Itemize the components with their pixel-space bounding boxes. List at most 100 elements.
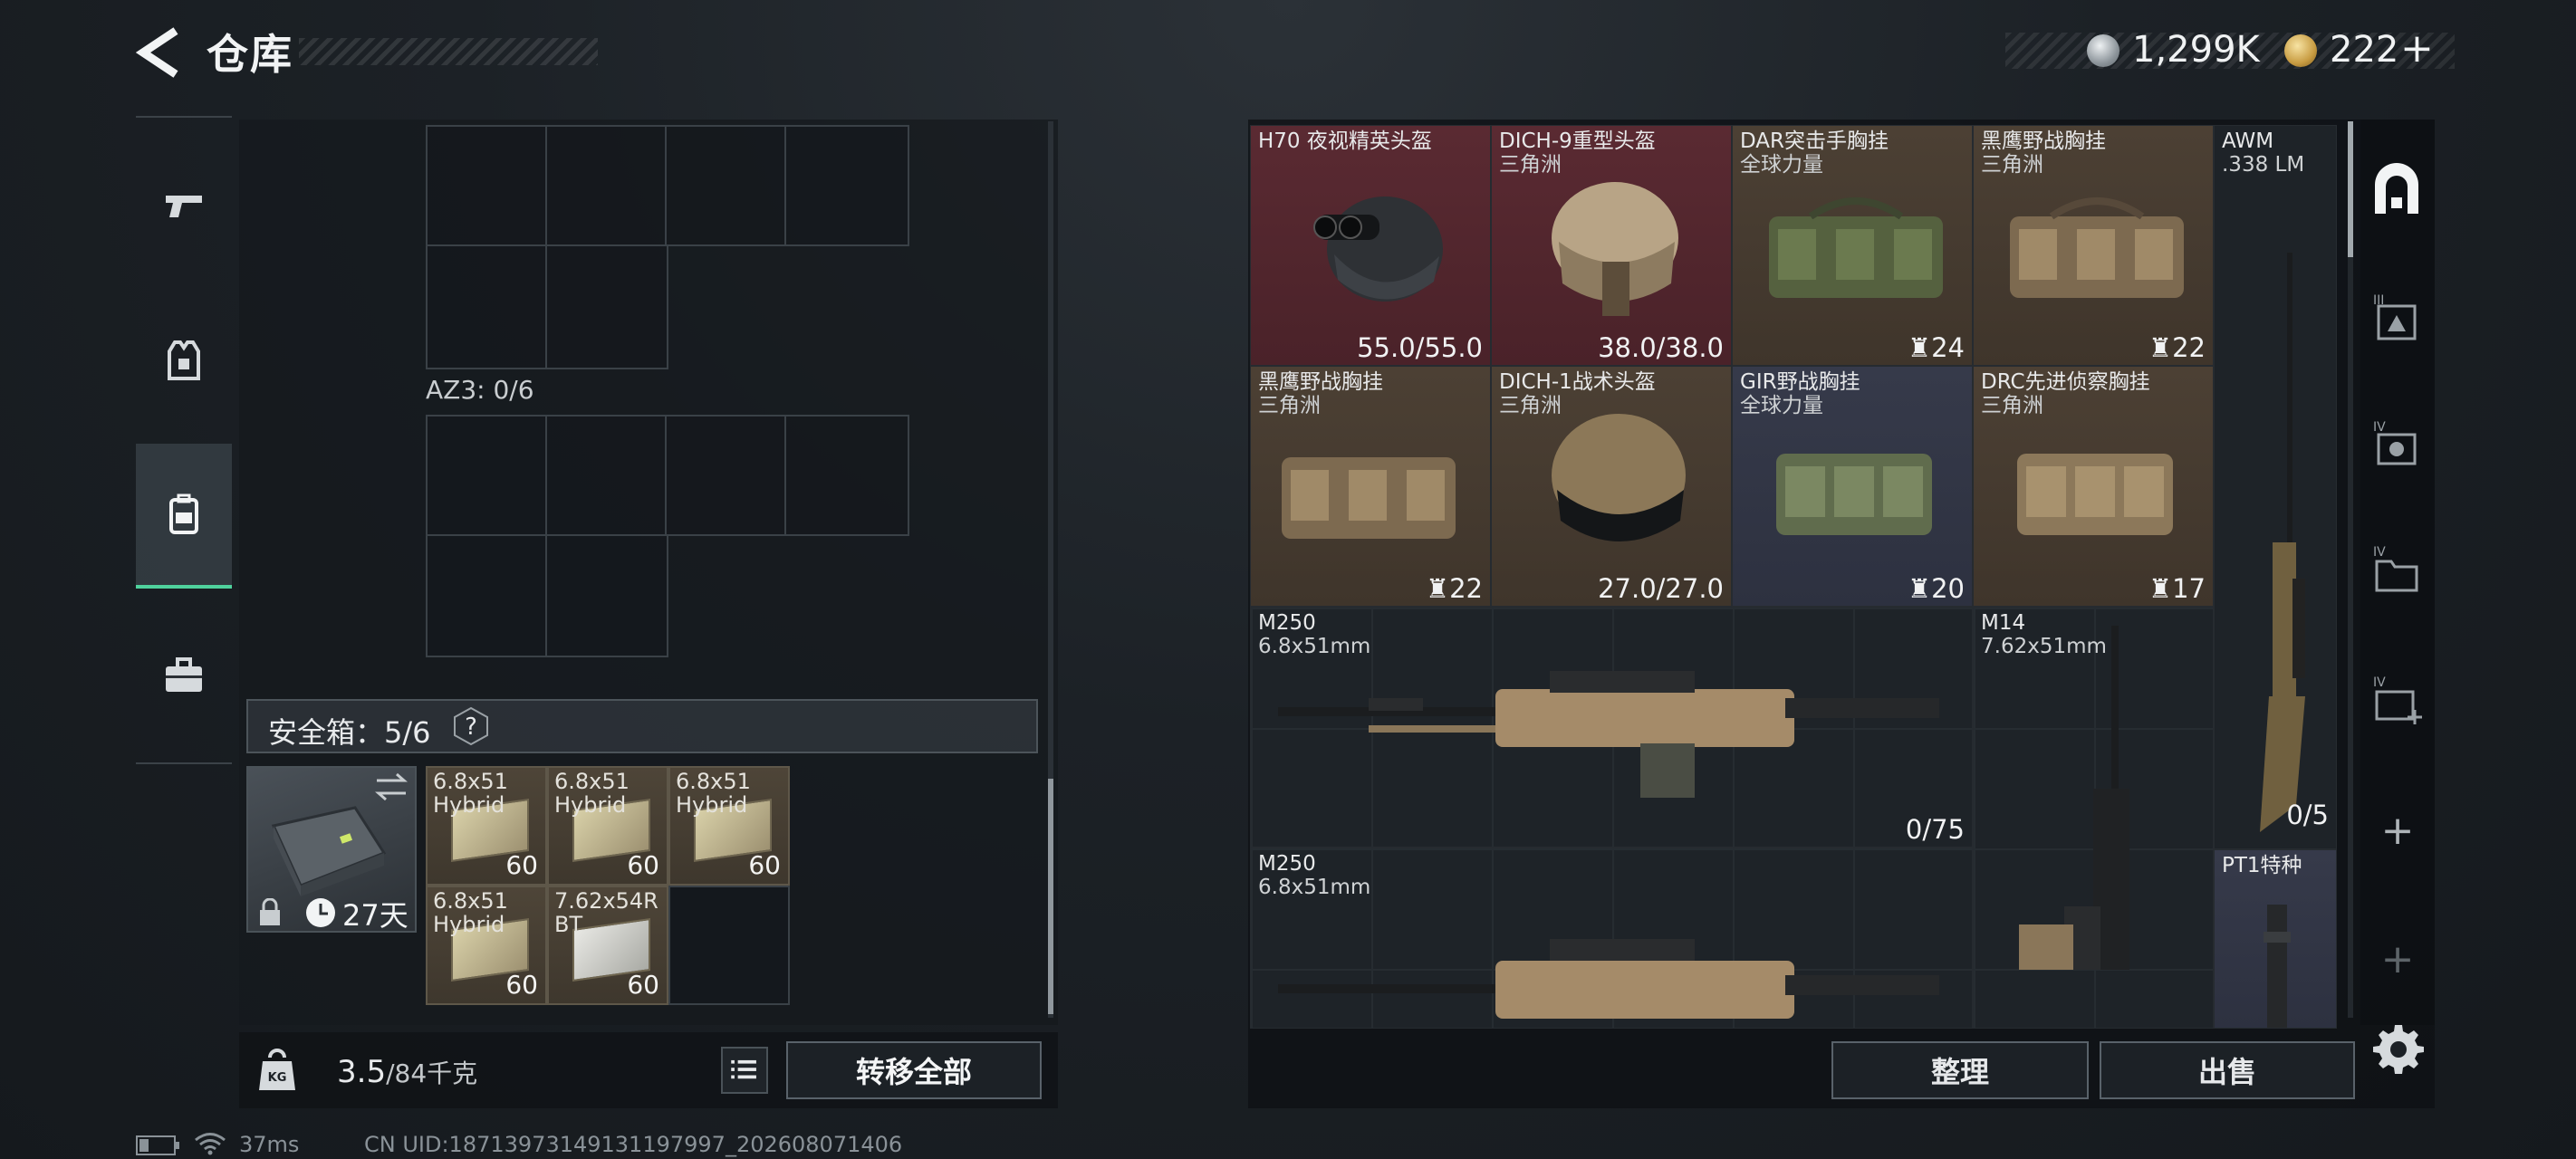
stash-item[interactable]: M250 6.8x51mm 0/75	[1250, 607, 1973, 848]
silver-coin-icon	[2087, 34, 2119, 67]
safe-box-expiry: 27天	[342, 898, 409, 933]
item-name: PT1特种	[2222, 854, 2302, 877]
wifi-icon	[195, 1133, 226, 1155]
stash-item[interactable]: 黑鹰野战胸挂 三角洲 ♜22	[1250, 366, 1491, 607]
item-name: M250	[1258, 852, 1316, 876]
stash-item[interactable]: AWM .338 LM 0/5	[2214, 125, 2337, 849]
ammo-item[interactable]: 6.8x51 Hybrid 60	[426, 886, 547, 1005]
ammo-item[interactable]: 6.8x51 Hybrid 60	[547, 766, 668, 886]
item-faction: 三角洲	[1499, 394, 1562, 417]
pistol-icon	[166, 196, 202, 217]
stash-item[interactable]: GIR野战胸挂 全球力量 ♜20	[1732, 366, 1973, 607]
nav-weapons[interactable]	[136, 132, 232, 277]
nav-case[interactable]	[136, 603, 232, 748]
ammo-item[interactable]: 6.8x51 Hybrid 60	[426, 766, 547, 886]
item-name: DICH-1战术头盔	[1499, 370, 1656, 394]
list-view-button[interactable]	[721, 1047, 768, 1094]
item-name: M250	[1258, 611, 1316, 635]
sell-button[interactable]: 出售	[2100, 1041, 2355, 1099]
az3-slot[interactable]	[545, 415, 667, 536]
sniper-rifle-icon	[2260, 253, 2305, 832]
help-icon[interactable]: ?	[451, 706, 491, 746]
nav-armor[interactable]	[136, 288, 232, 433]
item-name: 黑鹰野战胸挂	[1258, 370, 1383, 394]
pt1-item-icon	[2264, 905, 2291, 1028]
container-scrollbar-thumb[interactable]	[1048, 779, 1053, 1014]
stash-item[interactable]: DICH-1战术头盔 三角洲 27.0/27.0	[1491, 366, 1732, 607]
item-ammo-count: 0/5	[2286, 800, 2329, 830]
stash-item[interactable]: PT1特种	[2214, 849, 2337, 1029]
container-slot[interactable]	[545, 125, 667, 246]
container-slot[interactable]	[426, 125, 547, 246]
stash-scrollbar-thumb[interactable]	[2348, 121, 2353, 257]
ammo-quantity: 60	[505, 850, 538, 880]
item-name: H70 夜视精英头盔	[1258, 129, 1432, 153]
ammo-quantity: 60	[627, 850, 659, 880]
ammo-name: 6.8x51 Hybrid	[433, 888, 508, 937]
swap-icon[interactable]	[373, 771, 409, 802]
stash-item[interactable]: DRC先进侦察胸挂 三角洲 ♜17	[1973, 366, 2214, 607]
add-currency-button[interactable]: +	[2400, 25, 2434, 72]
container-slot[interactable]	[426, 244, 547, 369]
nav-backpack[interactable]	[136, 444, 232, 589]
item-capacity: ♜24	[1908, 332, 1965, 363]
item-durability: 55.0/55.0	[1357, 332, 1483, 363]
gold-currency-value: 222	[2330, 29, 2399, 71]
chest-rig-icon	[1776, 454, 1932, 535]
ammo-item[interactable]: 6.8x51 Hybrid 60	[668, 766, 790, 886]
item-name: GIR野战胸挂	[1740, 370, 1860, 394]
az3-capacity-label: AZ3: 0/6	[426, 375, 534, 405]
stash-item[interactable]: M250 6.8x51mm	[1250, 848, 1973, 1029]
container-slot[interactable]	[545, 244, 668, 369]
item-caliber: .338 LM	[2222, 153, 2305, 177]
stash-all-icon[interactable]	[2369, 163, 2424, 217]
transfer-all-button[interactable]: 转移全部	[786, 1041, 1042, 1099]
svg-text:III: III	[2373, 293, 2384, 308]
stash-item[interactable]: M14 7.62x51mm	[1973, 607, 2214, 1029]
list-icon	[731, 1059, 756, 1079]
settings-gear-icon[interactable]	[2373, 1023, 2424, 1074]
stash-tab-add-icon[interactable]: IV	[2369, 674, 2424, 728]
safe-slot-empty[interactable]	[668, 886, 790, 1005]
heavy-helmet-icon	[1552, 182, 1678, 316]
az3-slot[interactable]	[426, 534, 547, 657]
chest-rig-icon	[2010, 197, 2184, 298]
item-capacity: ♜22	[2148, 332, 2206, 363]
item-capacity: ♜20	[1908, 573, 1965, 604]
item-durability: 27.0/27.0	[1598, 573, 1724, 604]
ammo-item[interactable]: 7.62x54R BT 60	[547, 886, 668, 1005]
sort-button[interactable]: 整理	[1831, 1041, 2089, 1099]
az3-slot[interactable]	[784, 415, 909, 536]
page-title: 仓库	[207, 30, 293, 79]
add-stash-tab-button-disabled[interactable]: +	[2375, 936, 2420, 982]
item-capacity: ♜17	[2148, 573, 2206, 604]
svg-text:IV: IV	[2373, 675, 2386, 690]
stash-tab-ammo-icon[interactable]: III	[2369, 292, 2424, 346]
battery-icon	[136, 1135, 179, 1155]
title-decoration	[299, 38, 598, 65]
stash-item[interactable]: 黑鹰野战胸挂 三角洲 ♜22	[1973, 125, 2214, 366]
stash-tab-folder-icon[interactable]: IV	[2369, 543, 2424, 598]
az3-slot[interactable]	[426, 415, 547, 536]
stash-item[interactable]: H70 夜视精英头盔 55.0/55.0	[1250, 125, 1491, 366]
item-caliber: 6.8x51mm	[1258, 635, 1371, 658]
az3-slot[interactable]	[665, 415, 786, 536]
stash-item[interactable]: DICH-9重型头盔 三角洲 38.0/38.0	[1491, 125, 1732, 366]
item-name: M14	[1981, 611, 2026, 635]
container-slot[interactable]	[784, 125, 909, 246]
chest-rig-icon	[2017, 454, 2173, 535]
briefcase-icon	[166, 657, 202, 692]
az3-slot[interactable]	[545, 534, 668, 657]
vest-capacity-icon: ♜	[1908, 573, 1932, 604]
stash-tab-items-icon[interactable]: IV	[2369, 418, 2424, 473]
vest-icon	[168, 340, 200, 380]
add-stash-tab-button[interactable]: +	[2375, 808, 2420, 854]
item-caliber: 6.8x51mm	[1258, 876, 1371, 899]
ammo-name: 6.8x51 Hybrid	[554, 769, 630, 818]
item-name: 黑鹰野战胸挂	[1981, 129, 2106, 153]
stash-item[interactable]: DAR突击手胸挂 全球力量 ♜24	[1732, 125, 1973, 366]
container-slot[interactable]	[665, 125, 786, 246]
weight-icon: KG	[259, 1049, 295, 1090]
item-faction: 三角洲	[1981, 394, 2043, 417]
back-arrow-icon[interactable]	[136, 27, 181, 78]
